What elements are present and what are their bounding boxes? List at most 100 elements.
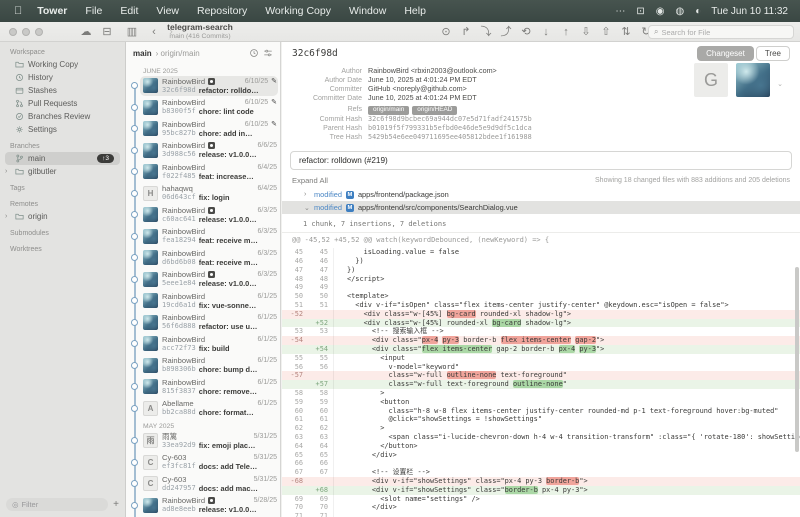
- branch-chevron-icon[interactable]: ›: [5, 168, 11, 175]
- menu-repository[interactable]: Repository: [188, 5, 256, 17]
- commit-row[interactable]: C Cy-603 5/31/25 dd247957 docs: add mac…: [126, 473, 280, 495]
- menu-window[interactable]: Window: [340, 5, 395, 17]
- commit-row[interactable]: RainbowBird 6/10/25 ✎ 95bc827b chore: add in…: [126, 118, 280, 140]
- control-center-icon[interactable]: ◐: [695, 6, 701, 17]
- display-icon[interactable]: ⊡: [636, 6, 644, 17]
- pull-icon[interactable]: ↓: [538, 24, 554, 40]
- commit-row[interactable]: RainbowBird 6/3/25 fea18294 feat: receive m…: [126, 226, 280, 248]
- scrollbar[interactable]: [795, 267, 799, 452]
- menu-tower[interactable]: Tower: [28, 5, 76, 17]
- commit-author: RainbowBird: [162, 356, 206, 366]
- commit-hash: ad8e8eeb: [162, 505, 196, 514]
- stash-icon[interactable]: ⇩: [578, 24, 594, 40]
- graph-node-icon: [131, 480, 139, 488]
- commit-row[interactable]: RainbowBird 6/3/25 d6bd6b08 feat: receive m…: [126, 247, 280, 269]
- close-window-button[interactable]: [9, 28, 17, 36]
- meta-row: Tree Hash 5429b54e6ee049711695ee405812bde…: [282, 133, 800, 142]
- remote-chevron-icon[interactable]: ›: [5, 213, 11, 220]
- old-line-number: [282, 345, 308, 354]
- graph-node-icon: [131, 501, 139, 509]
- history-clock-icon[interactable]: [249, 48, 259, 58]
- commit-row[interactable]: RainbowBird 6/1/25 56f6d888 refactor: use u…: [126, 312, 280, 334]
- add-button[interactable]: +: [113, 499, 119, 510]
- checkout-icon[interactable]: ↱: [458, 24, 474, 40]
- commit-row[interactable]: RainbowBird 6/4/25 f022f485 feat: increase…: [126, 161, 280, 183]
- commit-message: chore: lint code: [198, 107, 254, 117]
- record-icon[interactable]: ◉: [656, 6, 665, 17]
- commit-date: 5/28/25: [253, 497, 277, 505]
- menu-edit[interactable]: Edit: [111, 5, 147, 17]
- sync-icon[interactable]: ⟲: [518, 24, 534, 40]
- branch-gitbutler[interactable]: › gitbutler: [0, 165, 125, 178]
- menu-working-copy[interactable]: Working Copy: [256, 5, 340, 17]
- changeset-tab[interactable]: Changeset: [697, 45, 754, 61]
- commit-row[interactable]: RainbowBird 6/10/25 ✎ 32c6f98d refactor: rol…: [126, 75, 280, 97]
- list-options-icon[interactable]: [263, 48, 273, 58]
- sidebar-item-history[interactable]: History: [0, 71, 125, 84]
- branch-main[interactable]: main ↑3: [5, 152, 120, 165]
- minimize-window-button[interactable]: [22, 28, 30, 36]
- zoom-window-button[interactable]: [35, 28, 43, 36]
- commit-row[interactable]: RainbowBird 6/6/25 3d988c56 release: v1.0.0…: [126, 140, 280, 162]
- diff-line: 66 66: [282, 459, 800, 469]
- meta-value: GitHub <noreply@github.com>: [368, 84, 467, 94]
- changed-file-row[interactable]: › modified Mapps/frontend/package.json: [282, 188, 800, 201]
- more-icon[interactable]: ⋯: [615, 6, 625, 17]
- user-icon[interactable]: ◍: [675, 6, 684, 17]
- commit-row[interactable]: RainbowBird 6/3/25 c60ac641 release: v1.0.0…: [126, 204, 280, 226]
- diff-line: 64 64 </button>: [282, 441, 800, 451]
- file-search-field[interactable]: ⌕ Search for File: [648, 25, 794, 39]
- commit-row[interactable]: RainbowBird 6/3/25 5eee1e84 release: v1.0.0…: [126, 269, 280, 291]
- commit-row[interactable]: RainbowBird 6/1/25 815f3837 chore: remove…: [126, 376, 280, 398]
- commit-row[interactable]: RainbowBird 6/1/25 19cd6a1d fix: vue-sonne…: [126, 290, 280, 312]
- commit-hash: 95bc827b: [162, 128, 196, 137]
- commit-row[interactable]: RainbowBird 5/28/25 ad8e8eeb release: v1.0.…: [126, 495, 280, 517]
- commit-row[interactable]: 雨雨篱 5/31/25 33ea92d9 fix: emoji plac…: [126, 430, 280, 452]
- push-icon[interactable]: ↑: [558, 24, 574, 40]
- diff-view: 45 45 isLoading.value = false 46 46 }) 47 47}…: [282, 248, 800, 517]
- cloud-icon[interactable]: ☁: [78, 24, 94, 40]
- sidebar-item-branches-review[interactable]: Branches Review: [0, 110, 125, 123]
- commit-row[interactable]: A Abellame 6/1/25 bb2ca88d chore: format…: [126, 398, 280, 420]
- sidebar-item-working-copy[interactable]: Working Copy: [0, 58, 125, 71]
- sidebar-item-pull-requests[interactable]: Pull Requests: [0, 97, 125, 110]
- new-line-number: 66: [308, 459, 334, 469]
- sidebar-filter-input[interactable]: ◎ Filter: [6, 498, 109, 511]
- commit-row[interactable]: RainbowBird 6/1/25 b898306b chore: bump d…: [126, 355, 280, 377]
- commit-row[interactable]: RainbowBird 6/10/25 ✎ b8300f5f chore: lint c…: [126, 97, 280, 119]
- merge-icon[interactable]: ⤵: [478, 24, 494, 40]
- changed-file-row[interactable]: ⌄ modified Mapps/frontend/src/components/S…: [282, 201, 800, 215]
- pop-icon[interactable]: ⇧: [598, 24, 614, 40]
- commit-hash: 815f3837: [162, 386, 196, 395]
- avatar-chevron-icon[interactable]: ⌄: [777, 80, 783, 88]
- branch-label: gitbutler: [28, 167, 57, 176]
- modified-badge-icon: M: [345, 203, 354, 212]
- commit-row[interactable]: RainbowBird 6/1/25 acc72f73 fix: build: [126, 333, 280, 355]
- tree-tab[interactable]: Tree: [755, 45, 790, 61]
- commit-icon[interactable]: ⊙: [438, 24, 454, 40]
- menu-file[interactable]: File: [76, 5, 111, 17]
- breadcrumb-upstream[interactable]: › origin/main: [156, 49, 245, 58]
- commit-hash: acc72f73: [162, 343, 196, 352]
- compare-icon[interactable]: ⇅: [618, 24, 634, 40]
- apple-menu-icon[interactable]: : [12, 5, 28, 17]
- diff-code: <!-- 搜索输入框 -->: [347, 327, 444, 336]
- sidebar-item-stashes[interactable]: Stashes: [0, 84, 125, 97]
- commit-message: fix: emoji plac…: [198, 440, 256, 450]
- breadcrumb-branch[interactable]: main: [133, 49, 152, 58]
- diff-code: <div class="w-[45%] rounded-xl bg-card s…: [347, 318, 572, 327]
- commit-row[interactable]: C Cy-603 5/31/25 ef3fc81f docs: add Tele…: [126, 452, 280, 474]
- expand-all-button[interactable]: Expand All: [292, 176, 328, 185]
- menu-view[interactable]: View: [147, 5, 188, 17]
- menu-help[interactable]: Help: [395, 5, 435, 17]
- chevron-down-icon[interactable]: ⌄: [304, 204, 310, 212]
- graph-node-icon: [131, 437, 139, 445]
- commit-row[interactable]: Hhahaqwq 6/4/25 06d643cf fix: login: [126, 183, 280, 205]
- chevron-right-icon[interactable]: ›: [304, 191, 310, 198]
- tray-icon[interactable]: ⊟: [99, 24, 115, 40]
- sidebar-item-settings[interactable]: Settings: [0, 123, 125, 136]
- date-section-label: MAY 2025: [143, 423, 175, 430]
- remote-origin[interactable]: › origin: [0, 210, 125, 223]
- diff-code: </div>: [347, 450, 397, 459]
- rebase-icon[interactable]: ⤴: [498, 24, 514, 40]
